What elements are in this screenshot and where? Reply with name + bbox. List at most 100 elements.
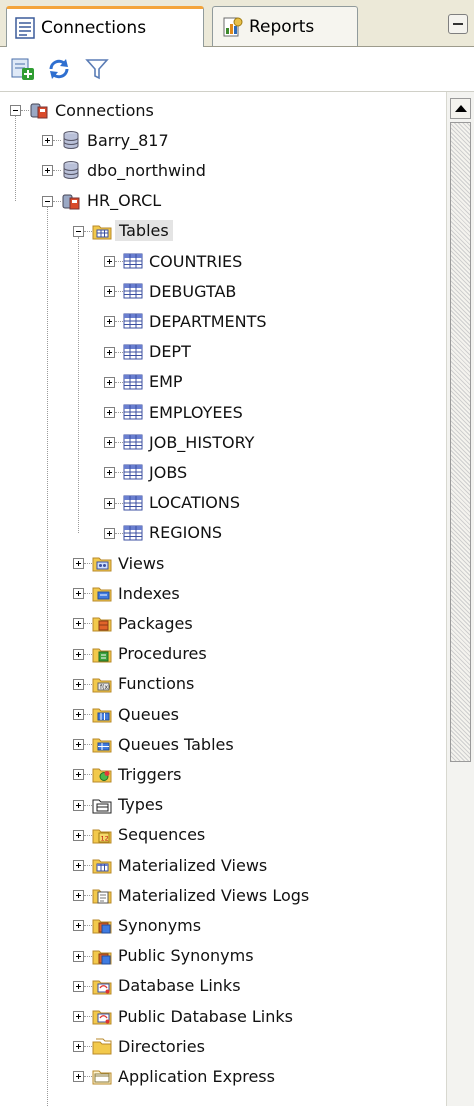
expand-toggle-icon[interactable] (104, 527, 115, 539)
sequences-folder-icon: 12 (92, 825, 112, 845)
tree-node-label: Database Links (118, 976, 241, 996)
expand-toggle-icon[interactable] (104, 407, 115, 418)
tree-node-table[interactable]: DEBUGTAB (123, 276, 236, 306)
database-icon (61, 130, 81, 150)
expand-toggle-icon[interactable] (42, 165, 53, 177)
connections-panel: Connections Reports Connections Barry_81… (0, 0, 474, 1106)
tree-node-tables-folder[interactable]: Tables (92, 216, 173, 246)
tree-node-category-folder[interactable]: Materialized Views Logs (92, 880, 309, 910)
tree-node-category-folder[interactable]: Public Database Links (92, 1001, 293, 1031)
tree-node-table[interactable]: COUNTRIES (123, 246, 242, 276)
expand-toggle-icon[interactable] (73, 860, 84, 871)
expand-toggle-icon[interactable] (73, 739, 84, 751)
minimize-button[interactable] (448, 14, 468, 34)
tree-node-label: Materialized Views Logs (118, 885, 310, 905)
tree-node-table[interactable]: EMPLOYEES (123, 397, 243, 427)
expand-toggle-icon[interactable] (73, 648, 84, 660)
table-icon (123, 342, 143, 362)
tree-node-category-folder[interactable]: Directories (92, 1031, 205, 1061)
table-icon (123, 311, 143, 331)
tree-node-table[interactable]: REGIONS (123, 518, 222, 548)
tree-node-label: REGIONS (149, 523, 223, 543)
tables-guide-line (78, 236, 79, 533)
vertical-scrollbar[interactable] (446, 92, 474, 1106)
tree-node-category-folder[interactable]: Procedures (92, 639, 207, 669)
tree-connector-line (115, 442, 123, 444)
table-icon (123, 281, 143, 301)
refresh-icon[interactable] (46, 56, 72, 82)
collapse-toggle-icon[interactable] (73, 225, 84, 237)
expand-toggle-icon[interactable] (73, 950, 84, 962)
tree-node-table[interactable]: JOB_HISTORY (123, 427, 254, 457)
expand-toggle-icon[interactable] (73, 588, 84, 600)
expand-toggle-icon[interactable] (73, 1041, 84, 1053)
tree-connector-line (84, 804, 92, 806)
tree-connector-line (84, 1046, 92, 1048)
indexes-folder-icon (92, 583, 112, 603)
tree-node-category-folder[interactable]: Indexes (92, 578, 180, 608)
tree-node-table[interactable]: JOBS (123, 457, 187, 487)
tree-node-category-folder[interactable]: Synonyms (92, 910, 201, 940)
tree-node-label: Packages (118, 613, 193, 633)
tree-connector-line (84, 865, 92, 866)
expand-toggle-icon[interactable] (73, 709, 84, 720)
tree-node-category-folder[interactable]: Views (92, 548, 164, 578)
filter-icon[interactable] (84, 56, 110, 82)
expand-toggle-icon[interactable] (42, 135, 53, 147)
tree-node-category-folder[interactable]: Types (92, 790, 163, 820)
expand-toggle-icon[interactable] (104, 497, 115, 509)
expand-toggle-icon[interactable] (104, 286, 115, 298)
tree-node-category-folder[interactable]: Public Synonyms (92, 941, 254, 971)
expand-toggle-icon[interactable] (73, 799, 84, 811)
expand-toggle-icon[interactable] (104, 437, 115, 449)
tree-node-category-folder[interactable]: Materialized Views (92, 850, 267, 880)
expand-toggle-icon[interactable] (104, 256, 115, 267)
tree-node-category-folder[interactable]: Packages (92, 608, 193, 638)
expand-toggle-icon[interactable] (104, 316, 115, 328)
tree-node-table[interactable]: LOCATIONS (123, 488, 240, 518)
tree-node-connection[interactable]: HR_ORCL (61, 186, 161, 216)
tree-node-category-folder[interactable]: Triggers (92, 759, 182, 789)
expand-toggle-icon[interactable] (73, 980, 84, 992)
expand-toggle-icon[interactable] (104, 376, 115, 388)
tab-reports[interactable]: Reports (212, 6, 358, 46)
tree-node-table[interactable]: EMP (123, 367, 183, 397)
scroll-thumb[interactable] (450, 122, 471, 762)
tree-node-connection[interactable]: Barry_817 (61, 125, 169, 155)
tree-connector-line (84, 623, 92, 625)
tree-node-connection[interactable]: dbo_northwind (61, 155, 206, 185)
tree-node-category-folder[interactable]: Database Links (92, 971, 241, 1001)
tree-node-label: JOB_HISTORY (149, 432, 255, 452)
database-icon (61, 160, 81, 180)
expand-toggle-icon[interactable] (73, 769, 84, 781)
tree-node-category-folder[interactable]: Queues Tables (92, 729, 234, 759)
expand-toggle-icon[interactable] (73, 829, 84, 841)
tree-node-connections-root[interactable]: Connections (29, 95, 154, 125)
expand-toggle-icon[interactable] (73, 890, 84, 902)
expand-toggle-icon[interactable] (73, 558, 84, 569)
tree-node-category-folder[interactable]: 12 Sequences (92, 820, 205, 850)
tree-node-category-folder[interactable]: Queues (92, 699, 179, 729)
collapse-toggle-icon[interactable] (42, 195, 53, 207)
tree-node-table[interactable]: DEPT (123, 337, 191, 367)
add-connection-icon[interactable] (10, 56, 36, 82)
scroll-up-arrow[interactable] (450, 98, 471, 119)
tree-node-table[interactable]: DEPARTMENTS (123, 306, 267, 336)
tab-connections[interactable]: Connections (6, 6, 204, 47)
collapse-toggle-icon[interactable] (10, 105, 21, 116)
expand-toggle-icon[interactable] (104, 346, 115, 358)
table-icon (123, 251, 143, 271)
tree-node-category-folder[interactable]: f(x) Functions (92, 669, 194, 699)
tab-connections-label: Connections (41, 18, 147, 38)
expand-toggle-icon[interactable] (73, 618, 84, 630)
expand-toggle-icon[interactable] (73, 920, 84, 932)
tree-connector-line (115, 412, 123, 413)
expand-toggle-icon[interactable] (73, 678, 84, 690)
tree-connector-line (84, 653, 92, 655)
expand-toggle-icon[interactable] (73, 1071, 84, 1083)
tree-node-category-folder[interactable]: Application Express (92, 1061, 275, 1091)
tree-connector-line (84, 230, 92, 232)
expand-toggle-icon[interactable] (104, 467, 115, 479)
tree-node-label: EMP (149, 372, 183, 392)
expand-toggle-icon[interactable] (73, 1011, 84, 1022)
